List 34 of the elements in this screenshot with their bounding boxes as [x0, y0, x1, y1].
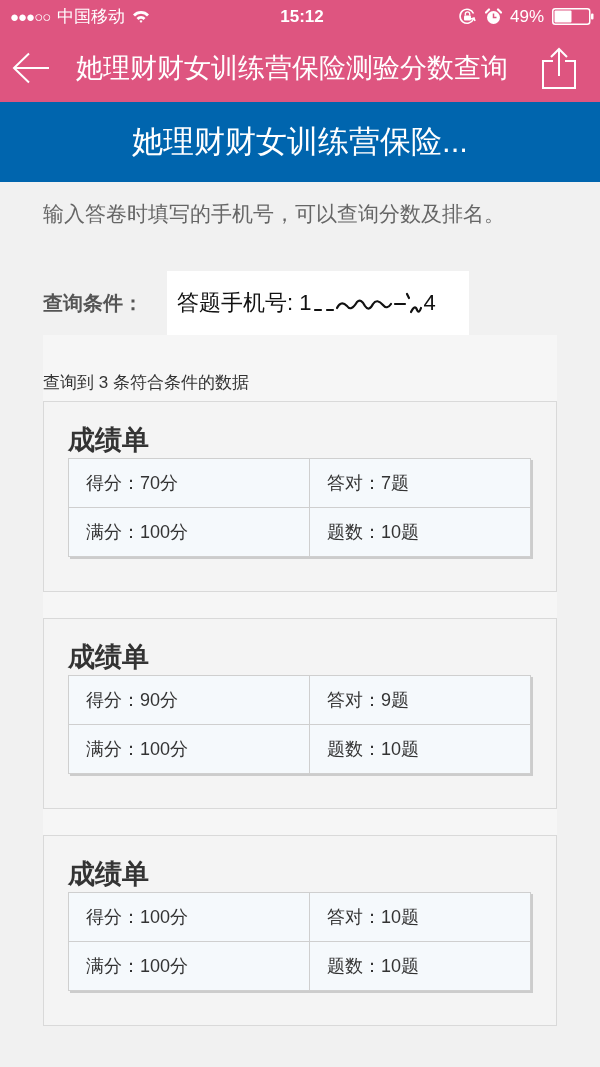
wifi-icon: [132, 10, 151, 23]
signal-dots: ●●●○○: [10, 8, 51, 25]
table-cell-text: 题数：10题: [326, 955, 421, 978]
card-title: 成绩单: [68, 424, 149, 457]
table-cell: 答对：9题: [310, 676, 530, 725]
carrier-name: 中国移动: [57, 6, 126, 28]
table-cell-text: 题数：10题: [326, 738, 421, 761]
share-button[interactable]: [542, 46, 576, 89]
query-label: 查询条件：: [43, 290, 144, 316]
table-cell: 满分：100分: [69, 942, 310, 990]
back-button[interactable]: [12, 51, 50, 84]
rotation-lock-icon: [457, 7, 477, 26]
table-cell: 满分：100分: [69, 508, 310, 556]
battery-percent: 49%: [509, 6, 544, 27]
alarm-clock-icon: [484, 8, 502, 25]
intro-text: 输入答卷时填写的手机号，可以查询分数及排名。: [43, 201, 506, 227]
table-cell: 答对：10题: [310, 893, 530, 942]
table-cell-text: 题数：10题: [326, 521, 421, 544]
nav-title: 她理财财女训练营保险测验分数查询: [76, 51, 509, 85]
status-time: 15:12: [280, 6, 324, 27]
share-icon: [542, 46, 576, 89]
battery-icon: [552, 8, 594, 25]
query-condition-tail: 4: [423, 290, 436, 316]
results-summary: 查询到 3 条符合条件的数据: [43, 372, 250, 394]
card-title: 成绩单: [68, 858, 149, 891]
banner-title: 她理财财女训练营保险...: [132, 123, 468, 161]
table-cell: 答对：7题: [310, 459, 530, 508]
query-condition-text: 答题手机号: 1: [177, 289, 312, 317]
table-cell: 得分：70分: [69, 459, 310, 508]
table-cell: 满分：100分: [69, 725, 310, 773]
table-cell: 得分：90分: [69, 676, 310, 725]
card-title: 成绩单: [68, 641, 149, 674]
table-cell: 得分：100分: [69, 893, 310, 942]
back-arrow-icon: [12, 51, 50, 84]
